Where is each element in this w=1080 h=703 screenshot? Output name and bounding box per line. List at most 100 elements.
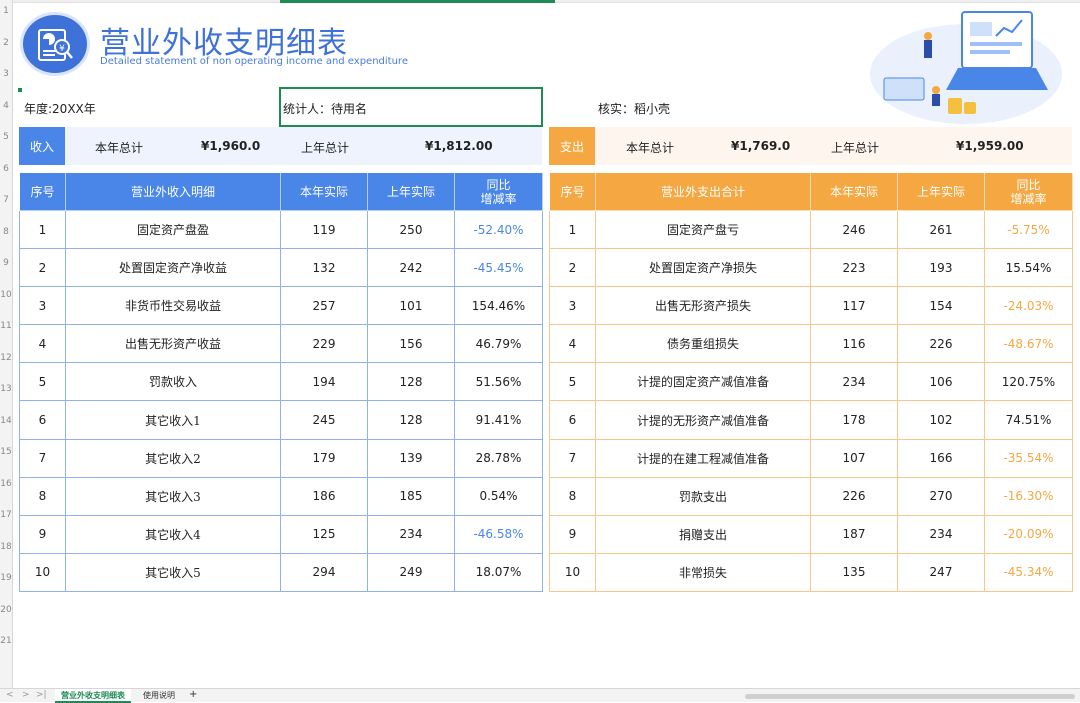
change-rate-cell[interactable]: 91.41% (454, 400, 543, 440)
current-value-cell[interactable]: 294 (280, 552, 368, 592)
row-number[interactable]: 5 (0, 132, 12, 142)
item-name-cell[interactable]: 其它收入3 (65, 476, 281, 516)
statistician-label[interactable]: 统计人：待用名 (283, 100, 367, 117)
change-rate-cell[interactable]: 154.46% (454, 286, 543, 326)
row-number[interactable]: 20 (0, 605, 12, 615)
item-name-cell[interactable]: 处置固定资产净损失 (595, 248, 811, 288)
item-name-cell[interactable]: 罚款收入 (65, 362, 281, 402)
change-rate-cell[interactable]: -5.75% (984, 209, 1073, 250)
tab-prev-icon[interactable]: < (6, 690, 14, 700)
change-rate-cell[interactable]: -20.09% (984, 514, 1073, 554)
previous-value-cell[interactable]: 234 (897, 514, 985, 554)
current-value-cell[interactable]: 117 (810, 286, 898, 326)
item-name-cell[interactable]: 非货币性交易收益 (65, 286, 281, 326)
change-rate-cell[interactable]: -45.34% (984, 552, 1073, 592)
row-number[interactable]: 12 (0, 353, 12, 363)
item-name-cell[interactable]: 其它收入4 (65, 514, 281, 554)
row-number-cell[interactable]: 6 (549, 400, 596, 440)
row-number-cell[interactable]: 2 (19, 248, 66, 288)
row-number[interactable]: 18 (0, 542, 12, 552)
row-number[interactable]: 17 (0, 510, 12, 520)
change-rate-cell[interactable]: 74.51% (984, 400, 1073, 440)
row-number-cell[interactable]: 8 (549, 476, 596, 516)
current-value-cell[interactable]: 132 (280, 248, 368, 288)
previous-value-cell[interactable]: 242 (367, 248, 455, 288)
row-number-cell[interactable]: 10 (549, 552, 596, 592)
item-name-cell[interactable]: 固定资产盘盈 (65, 209, 281, 250)
previous-value-cell[interactable]: 128 (367, 362, 455, 402)
change-rate-cell[interactable]: 15.54% (984, 248, 1073, 288)
change-rate-cell[interactable]: -52.40% (454, 209, 543, 250)
previous-value-cell[interactable]: 166 (897, 438, 985, 478)
change-rate-cell[interactable]: 18.07% (454, 552, 543, 592)
item-name-cell[interactable]: 其它收入5 (65, 552, 281, 592)
tab-last-icon[interactable]: >| (36, 690, 47, 700)
row-number-cell[interactable]: 2 (549, 248, 596, 288)
row-number-cell[interactable]: 4 (19, 324, 66, 364)
row-number-cell[interactable]: 7 (19, 438, 66, 478)
item-name-cell[interactable]: 其它收入1 (65, 400, 281, 440)
item-name-cell[interactable]: 出售无形资产收益 (65, 324, 281, 364)
item-name-cell[interactable]: 非常损失 (595, 552, 811, 592)
change-rate-cell[interactable]: -46.58% (454, 514, 543, 554)
change-rate-cell[interactable]: -45.45% (454, 248, 543, 288)
current-value-cell[interactable]: 223 (810, 248, 898, 288)
previous-value-cell[interactable]: 247 (897, 552, 985, 592)
current-value-cell[interactable]: 107 (810, 438, 898, 478)
add-sheet-button[interactable]: + (183, 688, 203, 702)
current-value-cell[interactable]: 257 (280, 286, 368, 326)
current-value-cell[interactable]: 246 (810, 209, 898, 250)
previous-value-cell[interactable]: 234 (367, 514, 455, 554)
previous-value-cell[interactable]: 193 (897, 248, 985, 288)
row-number-cell[interactable]: 9 (19, 514, 66, 554)
item-name-cell[interactable]: 其它收入2 (65, 438, 281, 478)
change-rate-cell[interactable]: 51.56% (454, 362, 543, 402)
change-rate-cell[interactable]: 0.54% (454, 476, 543, 516)
row-number-cell[interactable]: 7 (549, 438, 596, 478)
current-value-cell[interactable]: 226 (810, 476, 898, 516)
item-name-cell[interactable]: 出售无形资产损失 (595, 286, 811, 326)
row-number[interactable]: 2 (0, 38, 12, 48)
current-value-cell[interactable]: 234 (810, 362, 898, 402)
current-value-cell[interactable]: 245 (280, 400, 368, 440)
row-number[interactable]: 16 (0, 479, 12, 489)
current-value-cell[interactable]: 194 (280, 362, 368, 402)
row-number[interactable]: 21 (0, 636, 12, 646)
row-number[interactable]: 11 (0, 321, 12, 331)
sheet-tab-instructions[interactable]: 使用说明 (137, 689, 181, 703)
row-number[interactable]: 13 (0, 384, 12, 394)
current-value-cell[interactable]: 116 (810, 324, 898, 364)
previous-value-cell[interactable]: 139 (367, 438, 455, 478)
row-number[interactable]: 15 (0, 447, 12, 457)
previous-value-cell[interactable]: 106 (897, 362, 985, 402)
row-number-cell[interactable]: 3 (19, 286, 66, 326)
row-number-cell[interactable]: 1 (549, 209, 596, 250)
previous-value-cell[interactable]: 102 (897, 400, 985, 440)
item-name-cell[interactable]: 计提的在建工程减值准备 (595, 438, 811, 478)
change-rate-cell[interactable]: -16.30% (984, 476, 1073, 516)
current-value-cell[interactable]: 125 (280, 514, 368, 554)
row-number-cell[interactable]: 8 (19, 476, 66, 516)
current-value-cell[interactable]: 179 (280, 438, 368, 478)
current-value-cell[interactable]: 178 (810, 400, 898, 440)
previous-value-cell[interactable]: 270 (897, 476, 985, 516)
change-rate-cell[interactable]: -35.54% (984, 438, 1073, 478)
row-number-cell[interactable]: 5 (549, 362, 596, 402)
row-number[interactable]: 9 (0, 258, 12, 268)
previous-value-cell[interactable]: 250 (367, 209, 455, 250)
row-number-cell[interactable]: 5 (19, 362, 66, 402)
item-name-cell[interactable]: 处置固定资产净收益 (65, 248, 281, 288)
row-number-cell[interactable]: 3 (549, 286, 596, 326)
change-rate-cell[interactable]: 120.75% (984, 362, 1073, 402)
row-number-cell[interactable]: 10 (19, 552, 66, 592)
current-value-cell[interactable]: 229 (280, 324, 368, 364)
row-number[interactable]: 10 (0, 290, 12, 300)
row-number-cell[interactable]: 9 (549, 514, 596, 554)
item-name-cell[interactable]: 计提的固定资产减值准备 (595, 362, 811, 402)
previous-value-cell[interactable]: 249 (367, 552, 455, 592)
previous-value-cell[interactable]: 154 (897, 286, 985, 326)
previous-value-cell[interactable]: 226 (897, 324, 985, 364)
row-number[interactable]: 1 (0, 6, 12, 16)
previous-value-cell[interactable]: 156 (367, 324, 455, 364)
row-number[interactable]: 3 (0, 69, 12, 79)
